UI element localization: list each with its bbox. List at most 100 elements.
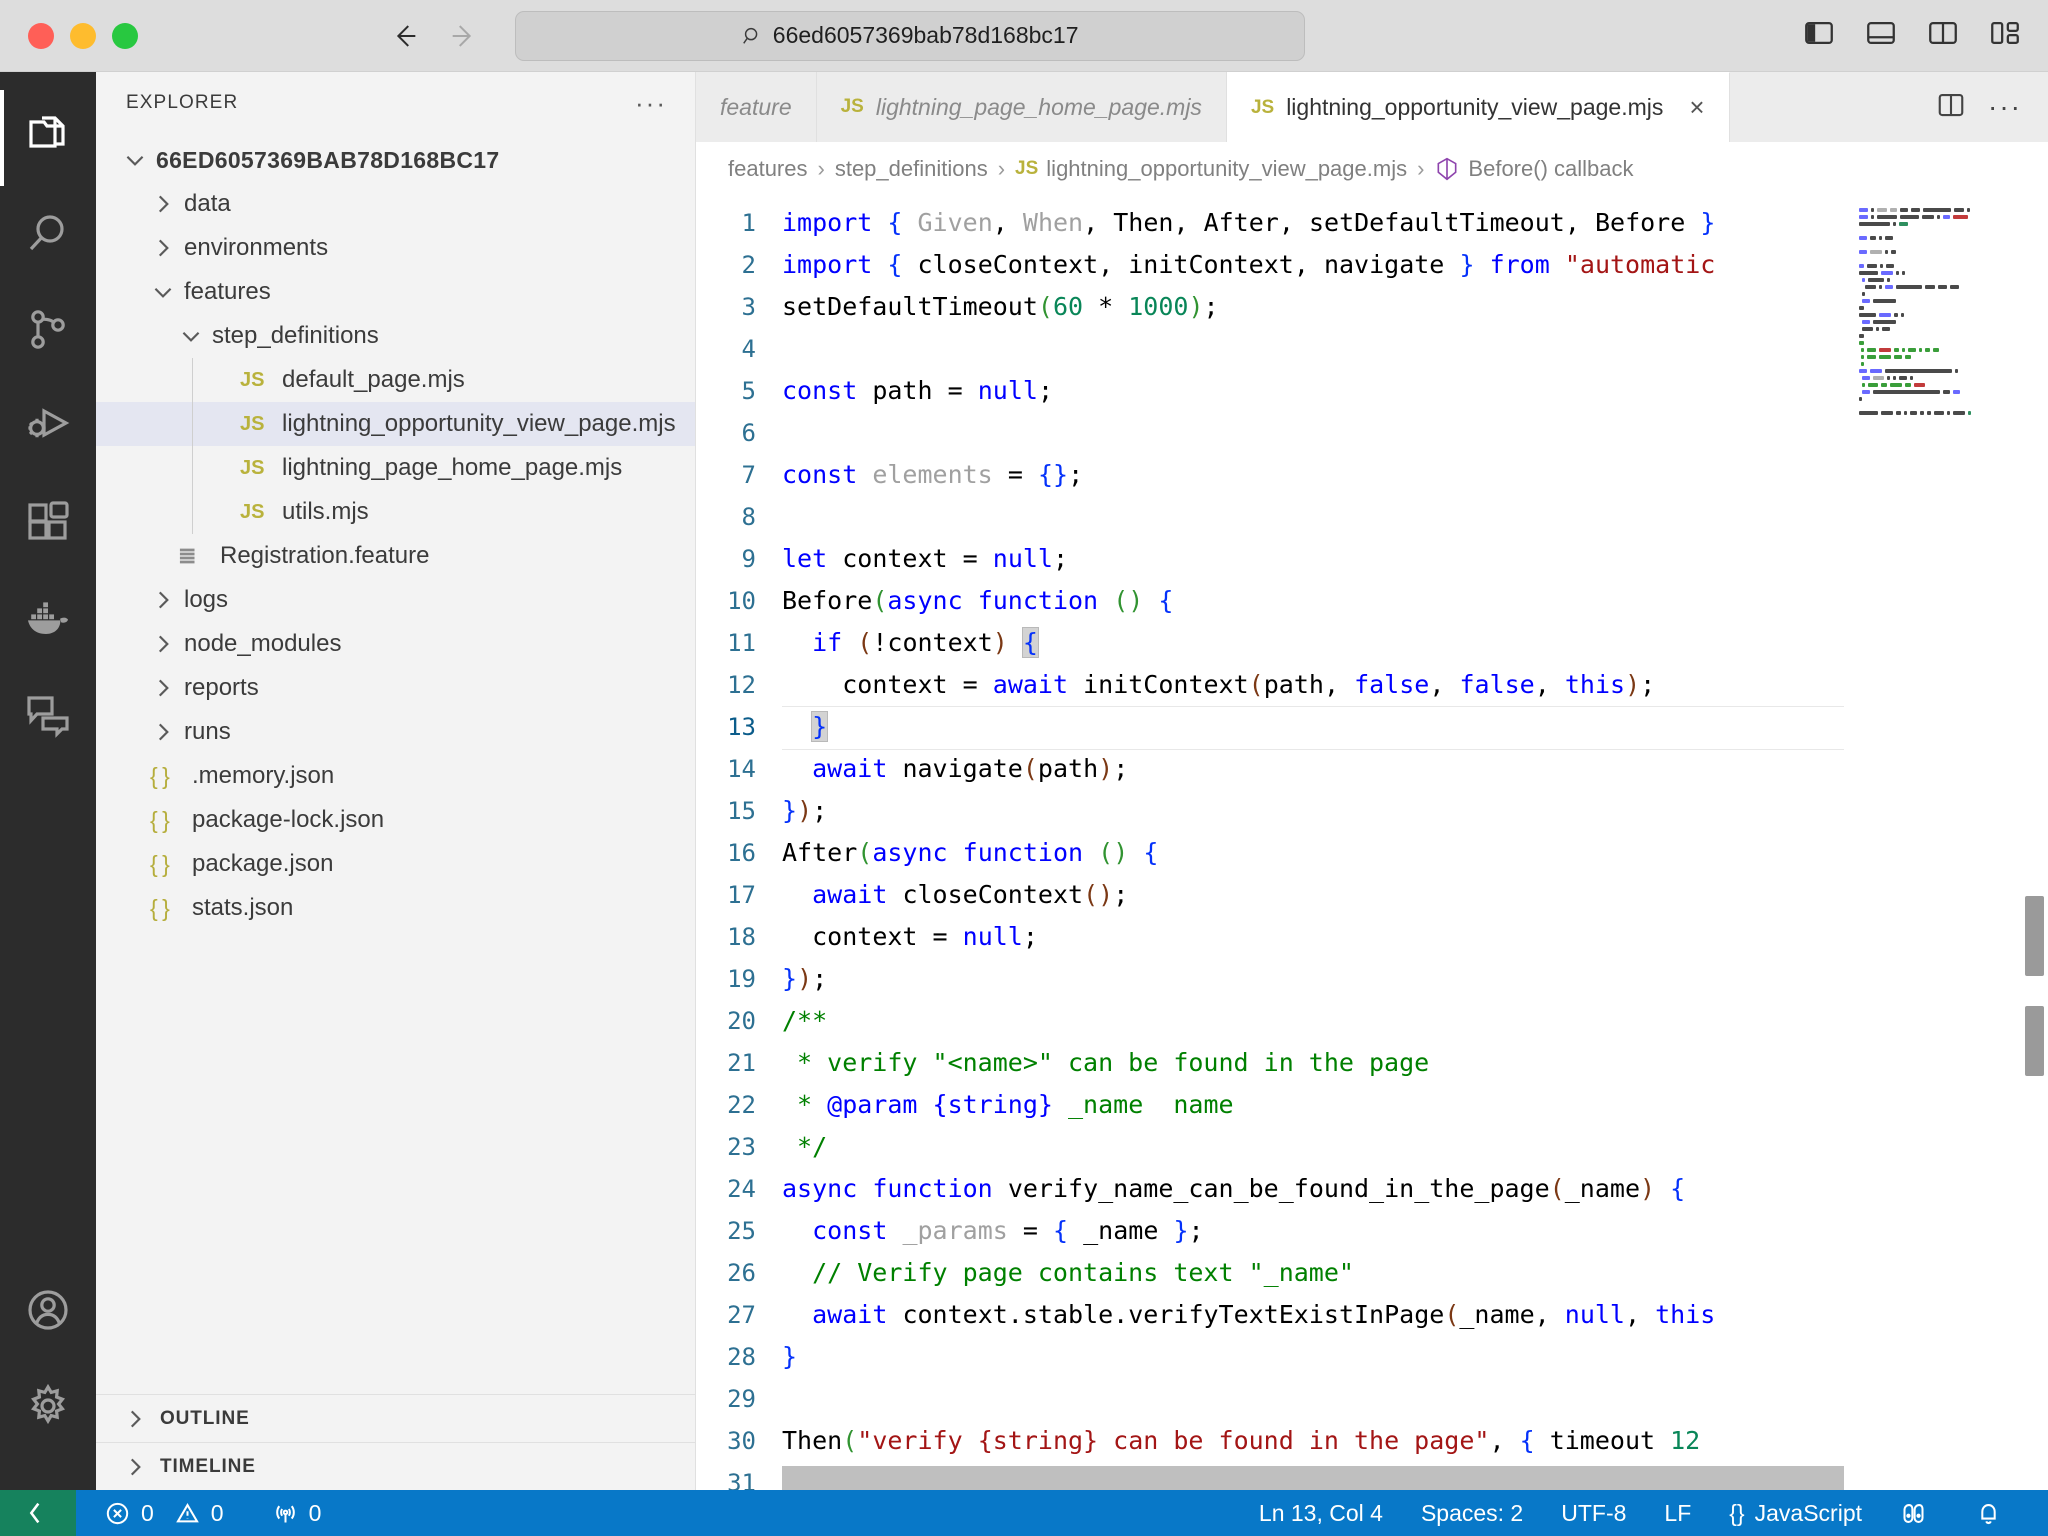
horizontal-scrollbar[interactable] (782, 1466, 1882, 1490)
back-arrow-icon[interactable] (387, 19, 421, 53)
chevron-right-icon[interactable] (122, 1454, 148, 1480)
code-line[interactable]: 18 context = null; (696, 916, 1844, 958)
tree-item[interactable]: environments (96, 226, 695, 270)
code-line[interactable]: 2import { closeContext, initContext, nav… (696, 244, 1844, 286)
close-window-button[interactable] (28, 23, 54, 49)
code-line[interactable]: 23 */ (696, 1126, 1844, 1168)
tree-item[interactable]: reports (96, 666, 695, 710)
breadcrumb-item[interactable]: features (728, 156, 808, 182)
scrollbar-thumb[interactable] (2025, 896, 2044, 976)
chevron-down-icon[interactable] (178, 323, 204, 349)
breadcrumb-item[interactable]: Before() callback (1434, 155, 1633, 183)
maximize-window-button[interactable] (112, 23, 138, 49)
editor-more-actions-icon[interactable]: ··· (1988, 101, 2022, 113)
sidebar-item-run-and-debug[interactable] (0, 378, 96, 474)
command-center-search[interactable]: 66ed6057369bab78d168bc17 (515, 11, 1305, 61)
tree-root[interactable]: 66ED6057369BAB78D168BC17 (96, 138, 695, 182)
tree-item[interactable]: ≣Registration.feature (96, 534, 695, 578)
sidebar-item-explorer[interactable] (0, 90, 96, 186)
breadcrumb[interactable]: features›step_definitions›JS lightning_o… (696, 142, 2048, 196)
code-line[interactable]: 13 } (696, 706, 1844, 748)
tree-item[interactable]: JSutils.mjs (96, 490, 695, 534)
tree-item[interactable]: { }package-lock.json (96, 798, 695, 842)
code-line[interactable]: 12 context = await initContext(path, fal… (696, 664, 1844, 706)
chevron-right-icon[interactable] (150, 631, 176, 657)
code-line[interactable]: 26 // Verify page contains text "_name" (696, 1252, 1844, 1294)
sidebar-item-docker[interactable] (0, 570, 96, 666)
code-line[interactable]: 14 await navigate(path); (696, 748, 1844, 790)
code-line[interactable]: 29 (696, 1378, 1844, 1420)
tree-item[interactable]: step_definitions (96, 314, 695, 358)
tree-item[interactable]: data (96, 182, 695, 226)
file-tree[interactable]: 66ED6057369BAB78D168BC17dataenvironments… (96, 134, 695, 1394)
code-lines[interactable]: 1import { Given, When, Then, After, setD… (696, 196, 1844, 1490)
tree-item[interactable]: node_modules (96, 622, 695, 666)
code-line[interactable]: 22 * @param {string} _name name (696, 1084, 1844, 1126)
sidebar-section-timeline[interactable]: TIMELINE (96, 1442, 695, 1490)
chevron-right-icon[interactable] (150, 719, 176, 745)
code-line[interactable]: 4 (696, 328, 1844, 370)
minimap[interactable] (1844, 196, 2022, 1490)
code-line[interactable]: 6 (696, 412, 1844, 454)
chevron-right-icon[interactable] (150, 235, 176, 261)
breadcrumb-item[interactable]: step_definitions (835, 156, 988, 182)
chevron-down-icon[interactable] (122, 147, 148, 173)
tree-item[interactable]: features (96, 270, 695, 314)
code-line[interactable]: 3setDefaultTimeout(60 * 1000); (696, 286, 1844, 328)
tree-item[interactable]: JSdefault_page.mjs (96, 358, 695, 402)
code-line[interactable]: 9let context = null; (696, 538, 1844, 580)
code-line[interactable]: 1import { Given, When, Then, After, setD… (696, 202, 1844, 244)
code-line[interactable]: 16After(async function () { (696, 832, 1844, 874)
toggle-primary-sidebar-icon[interactable] (1802, 16, 1836, 55)
code-line[interactable]: 30Then("verify {string} can be found in … (696, 1420, 1844, 1462)
editor-tabs[interactable]: featureJSlightning_page_home_page.mjsJSl… (696, 72, 2048, 142)
sidebar-item-extensions[interactable] (0, 474, 96, 570)
sidebar-item-search[interactable] (0, 186, 96, 282)
tree-item[interactable]: logs (96, 578, 695, 622)
chevron-down-icon[interactable] (150, 279, 176, 305)
scrollbar-thumb-secondary[interactable] (2025, 1006, 2044, 1076)
notifications-bell[interactable] (1957, 1490, 2030, 1536)
breadcrumb-item[interactable]: JS lightning_opportunity_view_page.mjs (1015, 156, 1407, 182)
code-line[interactable]: 25 const _params = { _name }; (696, 1210, 1844, 1252)
accounts-icon[interactable] (0, 1262, 96, 1358)
editor-position[interactable]: Ln 13, Col 4 (1241, 1490, 1401, 1536)
sidebar-item-chat[interactable] (0, 666, 96, 762)
chevron-right-icon[interactable] (150, 587, 176, 613)
editor-tab[interactable]: JSlightning_opportunity_view_page.mjs× (1227, 72, 1730, 142)
chevron-right-icon[interactable] (150, 191, 176, 217)
tree-item[interactable]: { }stats.json (96, 886, 695, 930)
code-line[interactable]: 11 if (!context) { (696, 622, 1844, 664)
editor-encoding[interactable]: UTF-8 (1543, 1490, 1644, 1536)
tree-item[interactable]: JSlightning_page_home_page.mjs (96, 446, 695, 490)
sidebar-section-outline[interactable]: OUTLINE (96, 1394, 695, 1442)
code-line[interactable]: 8 (696, 496, 1844, 538)
split-editor-right-icon[interactable] (1936, 90, 1966, 125)
sidebar-item-source-control[interactable] (0, 282, 96, 378)
editor-indentation[interactable]: Spaces: 2 (1403, 1490, 1541, 1536)
code-line[interactable]: 27 await context.stable.verifyTextExistI… (696, 1294, 1844, 1336)
manage-gear-icon[interactable] (0, 1358, 96, 1454)
code-line[interactable]: 24async function verify_name_can_be_foun… (696, 1168, 1844, 1210)
minimize-window-button[interactable] (70, 23, 96, 49)
code-line[interactable]: 19}); (696, 958, 1844, 1000)
tab-close-icon[interactable]: × (1689, 92, 1704, 123)
explorer-more-actions-icon[interactable]: ··· (635, 98, 667, 108)
toggle-secondary-sidebar-icon[interactable] (1926, 16, 1960, 55)
code-line[interactable]: 7const elements = {}; (696, 454, 1844, 496)
code-line[interactable]: 10Before(async function () { (696, 580, 1844, 622)
code-line[interactable]: 17 await closeContext(); (696, 874, 1844, 916)
problems-errors[interactable]: 0 0 (90, 1490, 238, 1536)
code-line[interactable]: 15}); (696, 790, 1844, 832)
code-line[interactable]: 20/** (696, 1000, 1844, 1042)
tree-item[interactable]: runs (96, 710, 695, 754)
forward-arrow-icon[interactable] (447, 19, 481, 53)
editor-tab[interactable]: JSlightning_page_home_page.mjs (817, 72, 1227, 142)
editor-eol[interactable]: LF (1646, 1490, 1709, 1536)
window-controls[interactable] (0, 23, 138, 49)
vertical-scrollbar[interactable] (2022, 196, 2048, 1490)
toggle-panel-icon[interactable] (1864, 16, 1898, 55)
chevron-right-icon[interactable] (122, 1406, 148, 1432)
editor-language-mode[interactable]: {} JavaScript (1711, 1490, 1880, 1536)
tree-item[interactable]: JSlightning_opportunity_view_page.mjs (96, 402, 695, 446)
